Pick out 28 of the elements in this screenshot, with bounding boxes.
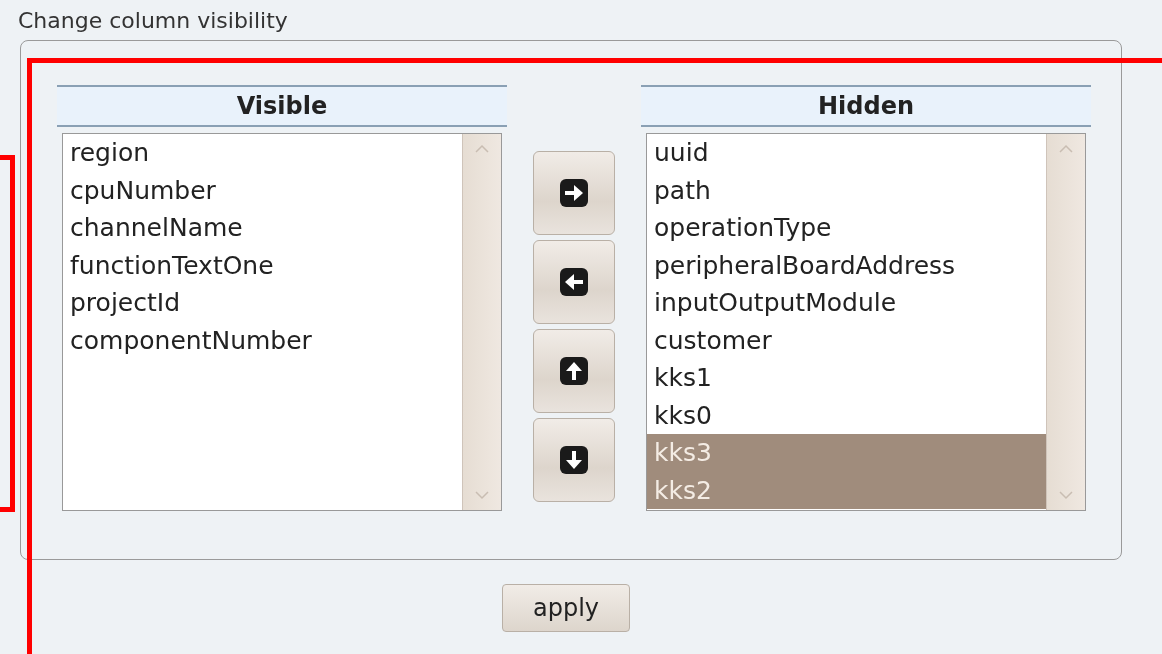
scroll-up-icon[interactable]: [475, 144, 489, 153]
scrollbar[interactable]: [1046, 134, 1085, 510]
list-item[interactable]: operationType: [647, 209, 1046, 247]
move-button[interactable]: [533, 418, 615, 502]
scroll-up-icon[interactable]: [1059, 144, 1073, 153]
list-item[interactable]: projectId: [63, 284, 462, 322]
list-header: Visible: [57, 85, 507, 127]
list-item[interactable]: componentNumber: [63, 321, 462, 359]
section-title: Change column visibility: [18, 7, 289, 35]
list-header: Hidden: [641, 85, 1091, 127]
scroll-down-icon[interactable]: [475, 491, 489, 500]
list-item[interactable]: functionTextOne: [63, 246, 462, 284]
list-item[interactable]: inputOutputModule: [647, 284, 1046, 322]
list-item[interactable]: customer: [647, 321, 1046, 359]
move-button[interactable]: [533, 151, 615, 235]
list-item[interactable]: channelName: [63, 209, 462, 247]
list-item[interactable]: peripheralBoardAddress: [647, 246, 1046, 284]
list-item[interactable]: uuid: [647, 134, 1046, 172]
scroll-down-icon[interactable]: [1059, 491, 1073, 500]
list-item[interactable]: path: [647, 171, 1046, 209]
scrollbar[interactable]: [462, 134, 501, 510]
move-button[interactable]: [533, 240, 615, 324]
apply-button[interactable]: apply: [502, 584, 630, 632]
list-item[interactable]: kks1: [647, 359, 1046, 397]
list-item[interactable]: kks0: [647, 396, 1046, 434]
list-item[interactable]: cpuNumber: [63, 171, 462, 209]
list-item[interactable]: region: [63, 134, 462, 172]
move-button[interactable]: [533, 329, 615, 413]
